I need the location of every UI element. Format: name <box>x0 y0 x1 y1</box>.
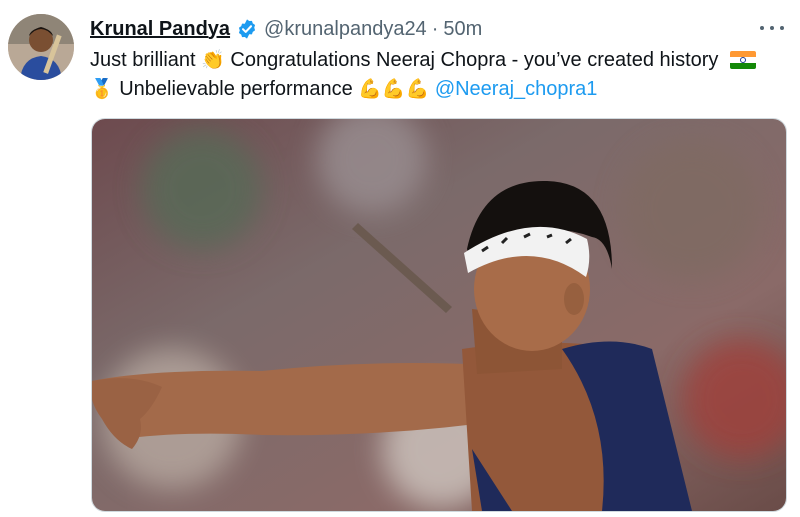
tweet-timestamp[interactable]: 50m <box>443 18 482 41</box>
mention-link[interactable]: @Neeraj_chopra1 <box>435 78 598 100</box>
author-name[interactable]: Krunal Pandya <box>90 18 230 41</box>
tweet-media-image[interactable] <box>91 118 787 512</box>
muscle-emojis: 💪💪💪 <box>358 78 430 100</box>
athlete-photo <box>92 119 786 511</box>
tweet-text: Just brilliant 👏 Congratulations Neeraj … <box>90 46 780 104</box>
tweet-text-part3: Unbelievable performance <box>113 78 359 100</box>
author-handle[interactable]: @krunalpandya24 <box>264 18 427 41</box>
avatar-image <box>8 14 74 80</box>
verified-badge-icon <box>236 18 258 40</box>
more-options-icon[interactable] <box>760 18 784 38</box>
india-flag-icon <box>729 51 756 69</box>
medal-emoji: 🥇 <box>90 78 114 100</box>
clap-emoji: 👏 <box>201 49 225 71</box>
tweet-text-part1: Just brilliant <box>90 49 202 71</box>
avatar[interactable] <box>8 14 74 80</box>
tweet-text-part2: Congratulations Neeraj Chopra - you’ve c… <box>224 49 724 71</box>
header-separator: · <box>431 17 439 40</box>
tweet-header: Krunal Pandya @krunalpandya24 · 50m <box>90 14 482 44</box>
